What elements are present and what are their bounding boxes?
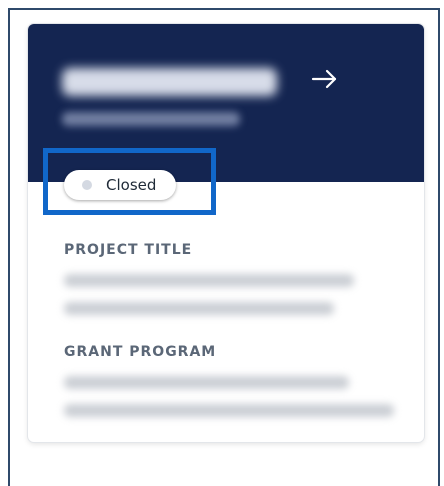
grant-program-label: GRANT PROGRAM — [64, 344, 217, 360]
status-label: Closed — [106, 176, 157, 194]
grant-card[interactable]: Closed PROJECT TITLE GRANT PROGRAM — [28, 24, 424, 442]
arrow-right-icon[interactable] — [310, 64, 340, 94]
redacted-subtitle — [62, 112, 240, 126]
status-badge: Closed — [64, 170, 177, 200]
project-title-label: PROJECT TITLE — [64, 242, 193, 258]
redacted-project-title-line — [64, 302, 334, 315]
redacted-grant-program-line — [64, 376, 349, 389]
status-dot-icon — [82, 180, 92, 190]
redacted-grant-id — [62, 68, 277, 96]
redacted-project-title-line — [64, 274, 354, 287]
redacted-grant-program-line — [64, 404, 394, 417]
card-header — [28, 24, 424, 182]
